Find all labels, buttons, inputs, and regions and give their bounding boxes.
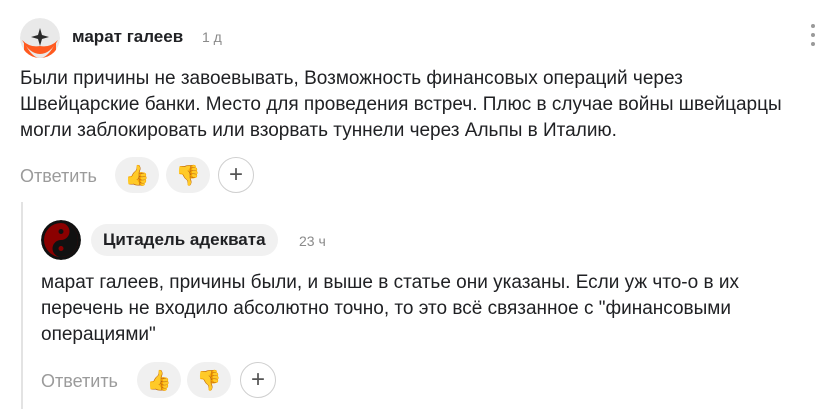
- thumbs-up-icon: 👍: [124, 164, 150, 187]
- comment-time: 1 д: [202, 29, 222, 45]
- more-options-icon[interactable]: [809, 24, 817, 46]
- like-button[interactable]: 👍: [115, 157, 159, 193]
- reply-author[interactable]: Цитадель адеквата: [91, 224, 278, 256]
- plus-icon: +: [250, 366, 265, 393]
- avatar[interactable]: [20, 18, 60, 58]
- add-reaction-button[interactable]: +: [218, 157, 254, 193]
- reply-like-button[interactable]: 👍: [137, 362, 181, 398]
- thumbs-up-icon: 👍: [146, 369, 172, 392]
- thumbs-down-icon: 👎: [175, 164, 201, 187]
- dislike-button[interactable]: 👎: [166, 157, 210, 193]
- thread-line: [21, 202, 23, 409]
- reply-avatar[interactable]: [41, 220, 81, 260]
- reply-reply-button[interactable]: Ответить: [41, 371, 118, 392]
- reply-button[interactable]: Ответить: [20, 166, 97, 187]
- comment-text: Были причины не завоевывать, Возможность…: [20, 68, 782, 141]
- plus-icon: +: [228, 161, 243, 188]
- thumbs-down-icon: 👎: [196, 369, 222, 392]
- reply-text: марат галеев, причины были, и выше в ста…: [41, 272, 739, 345]
- reply-dislike-button[interactable]: 👎: [187, 362, 231, 398]
- reply-add-reaction-button[interactable]: +: [240, 362, 276, 398]
- reply-time: 23 ч: [299, 233, 326, 249]
- comment-author[interactable]: марат галеев: [72, 27, 183, 47]
